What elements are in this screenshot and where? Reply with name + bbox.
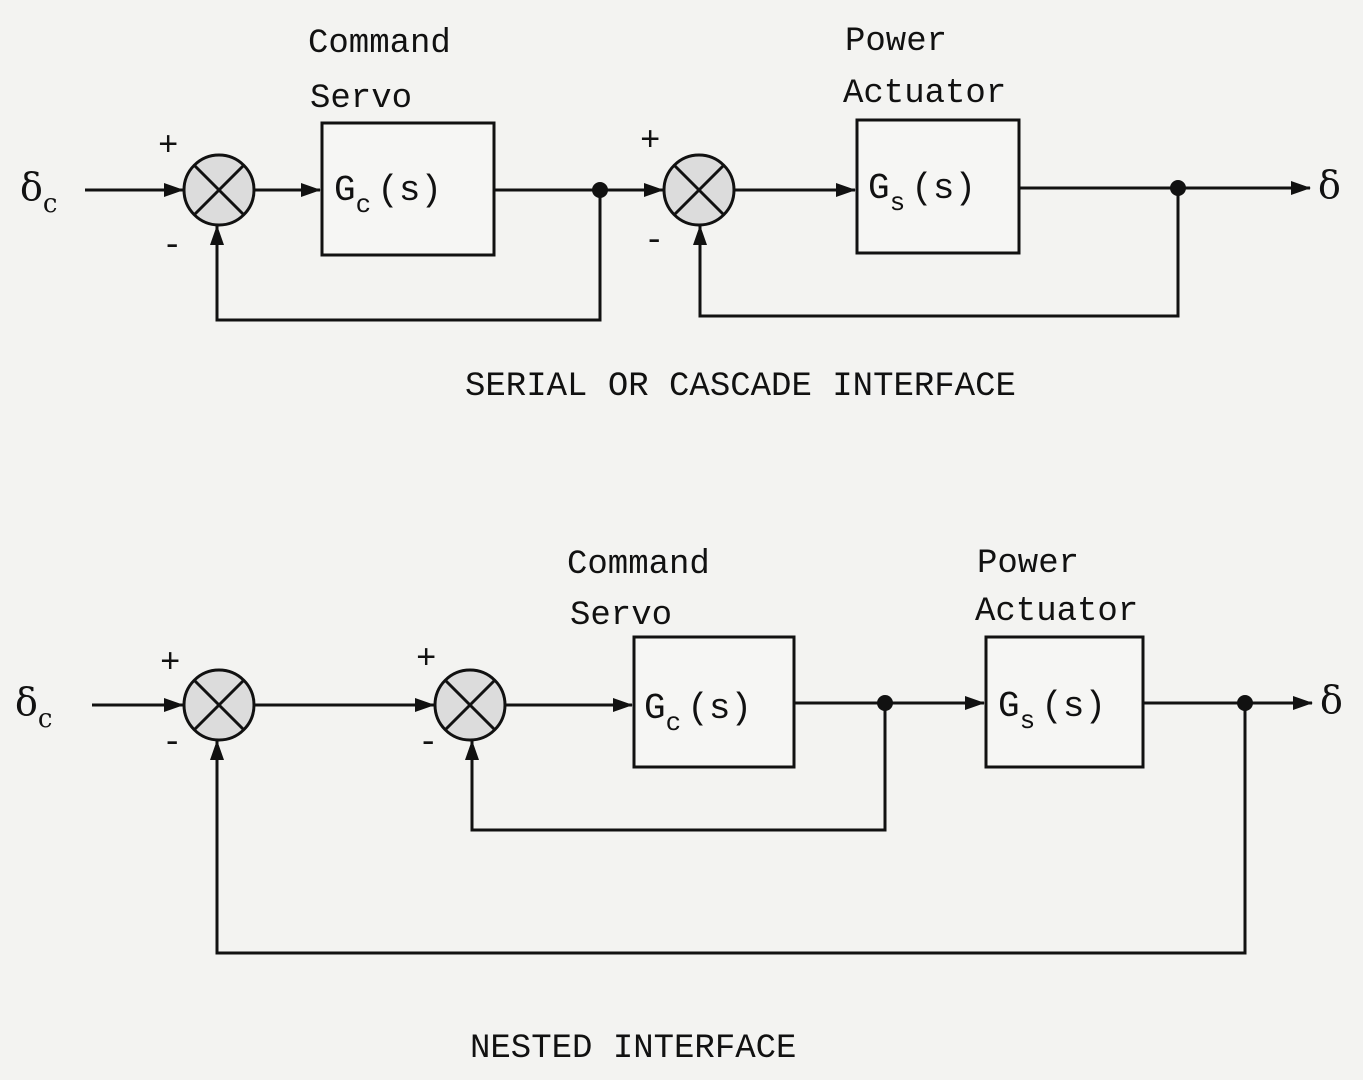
summing-junction-1 bbox=[182, 153, 256, 227]
summing-junction-1 bbox=[182, 668, 256, 742]
block-label: Servo bbox=[310, 80, 412, 118]
block-label: Power bbox=[977, 545, 1079, 583]
block-label: Command bbox=[308, 25, 451, 63]
block-label: Servo bbox=[570, 597, 672, 635]
output-symbol: δ bbox=[1320, 678, 1343, 722]
block-label: Power bbox=[845, 23, 947, 61]
plus-sign: + bbox=[640, 123, 660, 161]
serial-diagram: δc + - Command Servo Gc (s) + - Power Act… bbox=[20, 23, 1341, 406]
summing-junction-2 bbox=[433, 668, 507, 742]
caption: NESTED INTERFACE bbox=[470, 1030, 796, 1068]
minus-sign: - bbox=[162, 725, 182, 763]
minus-sign: - bbox=[162, 228, 182, 266]
block-label: Actuator bbox=[975, 593, 1138, 631]
summing-junction-2 bbox=[662, 153, 736, 227]
block-label: Command bbox=[567, 546, 710, 584]
minus-sign: - bbox=[418, 725, 438, 763]
plus-sign: + bbox=[158, 128, 178, 166]
plus-sign: + bbox=[416, 641, 436, 679]
input-symbol: δc bbox=[15, 680, 52, 734]
minus-sign: - bbox=[644, 223, 664, 261]
input-symbol: δc bbox=[20, 165, 57, 219]
block-label: Actuator bbox=[843, 75, 1006, 113]
block-diagram: δc + - Command Servo Gc (s) + - Power Act… bbox=[15, 23, 1343, 1068]
plus-sign: + bbox=[160, 645, 180, 683]
nested-diagram: δc + - + - Command Servo Gc (s) Power Act… bbox=[15, 545, 1343, 1068]
caption: SERIAL OR CASCADE INTERFACE bbox=[465, 368, 1016, 406]
output-symbol: δ bbox=[1318, 163, 1341, 207]
